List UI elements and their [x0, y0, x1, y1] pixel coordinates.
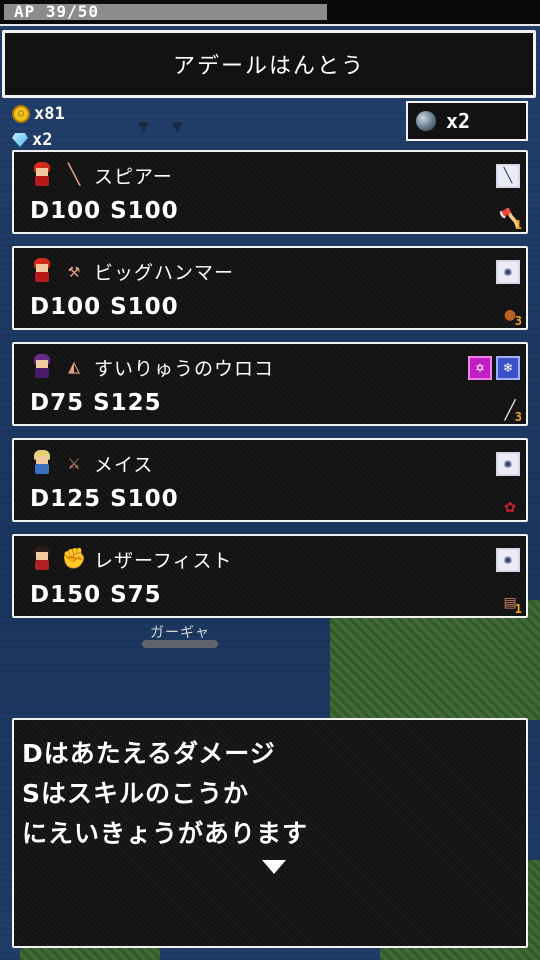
flower-icon: ✿ [504, 495, 516, 517]
diamond-icon [12, 133, 28, 147]
weapon-type-icons: ✺ [496, 452, 520, 476]
hide-icon: ▤ 1 [504, 591, 522, 617]
message-line: Dはあたえるダメージ [22, 739, 276, 768]
axe-icon: 🪓 1 [498, 207, 522, 233]
map-arrow-icon: ▼ [138, 116, 149, 137]
coin-icon: ○ [12, 105, 30, 123]
material-count: 3 [514, 410, 522, 424]
gem-count: x2 [32, 130, 53, 150]
character-portrait-icon [32, 450, 52, 474]
next-arrow-icon[interactable] [262, 860, 286, 874]
weapon-type-icons: ╲ [496, 164, 520, 188]
hammer-icon: ⚒ [67, 258, 81, 282]
stone-counter: x2 [406, 101, 528, 141]
map-arrow-icon: ▼ [172, 116, 183, 137]
weapon-stats: D100 S100 [30, 294, 179, 320]
weapon-type-icons: ✡ ❄ [468, 356, 520, 380]
weapon-stats: D75 S125 [30, 390, 162, 416]
blunt-type-icon: ✺ [496, 452, 520, 476]
character-portrait-icon [32, 162, 52, 186]
weapon-card[interactable]: ⚒ ビッグハンマー D100 S100 ✺ ● 3 [12, 246, 528, 330]
weapon-card[interactable]: ╲ スピアー D100 S100 ╲ 🪓 1 [12, 150, 528, 234]
town-marker [142, 640, 218, 648]
material-count: 3 [514, 314, 522, 328]
ice-type-icon: ❄ [496, 356, 520, 380]
material-count: 1 [514, 218, 522, 232]
fist-icon: ✊ [61, 546, 87, 570]
magic-scale-icon: ◭ [67, 354, 81, 378]
weapon-stats: D125 S100 [30, 486, 179, 512]
spear-type-icon: ╲ [496, 164, 520, 188]
weapon-type-icons: ✺ [496, 260, 520, 284]
stone-count: x2 [446, 109, 471, 133]
gem-counter: x2 [12, 130, 52, 150]
coin-count: x81 [34, 104, 65, 124]
character-portrait-icon [32, 258, 52, 282]
ore-icon: ● 3 [504, 303, 522, 329]
coin-counter: ○ x81 [12, 104, 65, 124]
weapon-card[interactable]: ✊ レザーフィスト D150 S75 ✺ ▤ 1 [12, 534, 528, 618]
land-mass [330, 600, 540, 720]
message-window[interactable]: Dはあたえるダメージ Sはスキルのこうか にえいきょうがあります [12, 718, 528, 948]
blunt-type-icon: ✺ [496, 260, 520, 284]
weapon-name: レザーフィスト [94, 550, 233, 572]
ap-bar: AP 39/50 [0, 0, 540, 26]
character-portrait-icon [32, 546, 52, 570]
town-label: ガーギャ [150, 625, 210, 641]
ap-label: AP 39/50 [14, 2, 100, 21]
character-portrait-icon [32, 354, 52, 378]
weapon-card[interactable]: ⚔ メイス D125 S100 ✺ ✿ [12, 438, 528, 522]
spear-icon: ╲ [67, 162, 81, 186]
message-line: Sはスキルのこうか [22, 779, 250, 808]
weapon-name: すいりゅうのウロコ [94, 358, 275, 380]
stone-icon [416, 111, 436, 131]
weapon-name: スピアー [94, 166, 173, 188]
weapon-type-icons: ✺ [496, 548, 520, 572]
weapon-stats: D150 S75 [30, 582, 162, 608]
location-title-panel: アデールはんとう [2, 30, 536, 98]
material-count: 1 [514, 602, 522, 616]
weapon-name: ビッグハンマー [94, 262, 235, 284]
blunt-type-icon: ✺ [496, 548, 520, 572]
location-title: アデールはんとう [172, 54, 365, 79]
weapon-card[interactable]: ◭ すいりゅうのウロコ D75 S125 ✡ ❄ ╱ 3 [12, 342, 528, 426]
weapon-name: メイス [94, 454, 154, 476]
message-line: にえいきょうがあります [22, 819, 309, 848]
weapon-stats: D100 S100 [30, 198, 179, 224]
mace-icon: ⚔ [67, 450, 81, 474]
magic-type-icon: ✡ [468, 356, 492, 380]
bone-icon: ╱ 3 [504, 399, 522, 425]
